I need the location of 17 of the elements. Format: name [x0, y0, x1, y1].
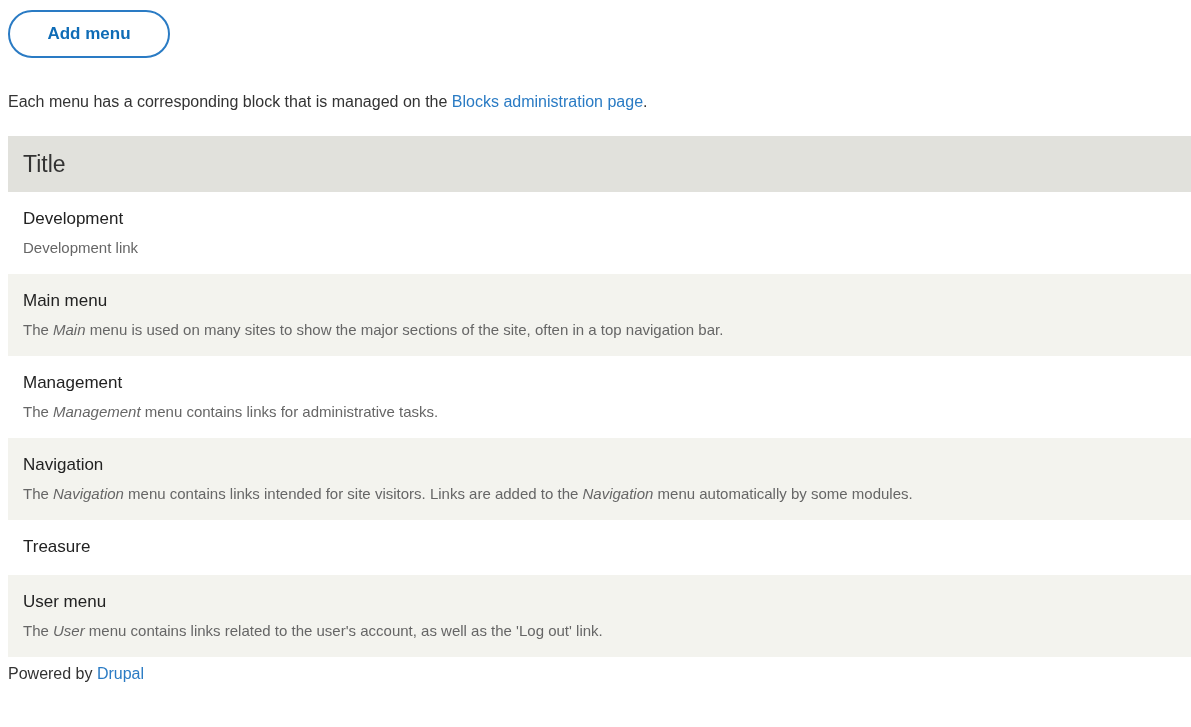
column-header: Title: [8, 136, 1191, 192]
drupal-link[interactable]: Drupal: [96, 665, 145, 682]
add-menu-button[interactable]: Add menu: [8, 10, 170, 58]
menu-description: Development link: [23, 238, 140, 258]
menu-title: Treasure: [23, 536, 92, 558]
menu-title: Development: [23, 208, 125, 230]
blocks-admin-link[interactable]: Blocks administration page: [451, 93, 644, 110]
menu-title: Navigation: [23, 454, 105, 476]
menu-title: Main menu: [23, 290, 109, 312]
menu-title: User menu: [23, 591, 108, 613]
menu-description: The Navigation menu contains links intended for site visitors. Links are added to the Navigation menu automatically by some modules.: [23, 484, 914, 504]
footer-text: Powered by Drupal: [8, 665, 146, 683]
menu-description: The Management menu contains links for administrative tasks.: [23, 402, 440, 422]
menu-description: The User menu contains links related to the user's account, as well as the 'Log out' link.: [23, 621, 604, 641]
intro-text: Each menu has a corresponding block that is managed on the Blocks administration page.: [8, 92, 649, 112]
menu-title: Management: [23, 372, 124, 394]
menu-description: The Main menu is used on many sites to show the major sections of the site, often in a top navigation bar.: [23, 320, 725, 340]
